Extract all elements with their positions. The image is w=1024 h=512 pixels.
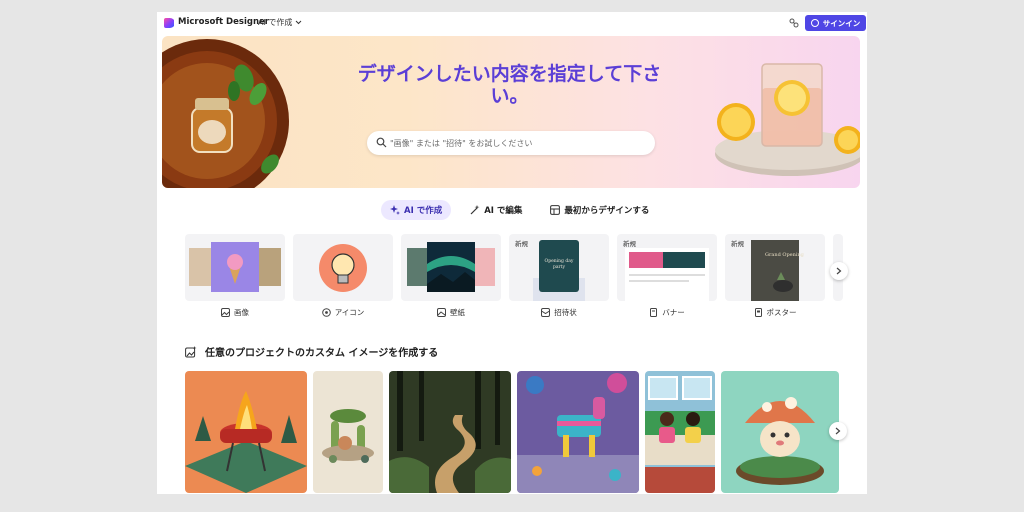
card-banner-text: バナー [662,308,685,317]
card-poster-text: ポスター [766,308,797,317]
banner-icon [650,308,658,317]
card-invitation[interactable]: Opening day party 新規 [509,234,609,301]
card-icon-label[interactable]: アイコン [293,307,393,318]
card-banner-label[interactable]: バナー [617,307,717,318]
mode-tabs: AI で作成 AI で編集 最初からデザインする [381,200,658,220]
image-icon [221,308,230,317]
top-bar: Microsoft Designer AI で作成 サインイン [157,12,867,34]
gallery-item-pinata-party[interactable] [517,371,639,493]
wallpaper-icon [437,308,446,317]
signin-button[interactable]: サインイン [805,15,866,31]
card-wallpaper-label[interactable]: 壁紙 [401,307,501,318]
gallery-item-desert-plants[interactable] [313,371,383,493]
pinata-party-image [517,371,639,493]
custom-image-section-title: 任意のプロジェクトのカスタム イメージを作成する [185,344,438,359]
tab-ai-create[interactable]: AI で作成 [381,200,452,220]
tab-design-from-scratch-label: 最初からデザインする [564,206,650,216]
chevron-right-icon [835,427,841,435]
card-banner[interactable]: 新規 [617,234,717,301]
layout-icon [550,205,561,215]
gallery-item-bbq-grill[interactable] [185,371,307,493]
card-wallpaper-text: 壁紙 [450,308,465,317]
hero-banner: デザインしたい内容を指定して下さい。 "画像" または "招待" をお試しくださ… [162,36,860,188]
tab-ai-edit-label: AI で編集 [484,206,523,216]
icon-icon [321,308,331,317]
signin-label: サインイン [822,18,861,28]
card-wallpaper-preview [407,242,495,292]
new-badge: 新規 [623,240,636,248]
ai-create-menu-label: AI で作成 [258,18,293,27]
gallery-item-kids-reading[interactable] [645,371,715,493]
card-icon-preview [319,244,367,292]
user-icon [810,19,819,27]
card-invitation-label[interactable]: 招待状 [509,307,609,318]
svg-text:Grand Opening: Grand Opening [765,252,805,258]
hero-lemonade-image [715,63,860,176]
card-image-preview [189,242,281,292]
designer-logo-icon[interactable] [164,18,174,28]
tab-design-from-scratch[interactable]: 最初からデザインする [541,200,658,220]
svg-text:Opening day: Opening day [545,258,574,264]
gallery-item-forest-path[interactable] [389,371,511,493]
card-image[interactable] [185,234,285,301]
forest-path-image [389,371,511,493]
magic-wand-icon [470,205,480,215]
hero-honey-jar-image [162,39,289,188]
share-icon[interactable] [788,17,800,29]
brand-name[interactable]: Microsoft Designer [178,17,269,27]
new-badge: 新規 [515,240,528,248]
card-image-text: 画像 [234,308,249,317]
bbq-grill-image [185,371,307,493]
invitation-icon [541,308,551,317]
card-invitation-text: 招待状 [554,308,577,317]
tab-ai-edit[interactable]: AI で編集 [461,200,531,220]
card-image-label[interactable]: 画像 [185,307,285,318]
tab-ai-create-label: AI で作成 [404,206,443,216]
ai-create-menu[interactable]: AI で作成 [258,17,302,28]
hero-title: デザインしたい内容を指定して下さい。 [357,63,662,107]
gallery-item-mushroom-character[interactable] [721,371,839,493]
search-icon [376,137,387,148]
card-icon-text: アイコン [334,308,365,317]
svg-text:party: party [553,264,566,270]
cards-next-button[interactable] [830,262,848,280]
desert-plants-image [313,371,383,493]
mushroom-character-image [721,371,839,493]
poster-icon [754,308,762,317]
card-poster[interactable]: Grand Opening 新規 [725,234,825,301]
kids-reading-image [645,371,715,493]
chevron-down-icon [296,20,302,25]
card-icon[interactable] [293,234,393,301]
sparkle-icon [390,205,400,215]
designer-page: Microsoft Designer AI で作成 サインイン デザインしたい内… [157,12,867,494]
image-sparkle-icon [185,345,197,357]
prompt-search-input[interactable]: "画像" または "招待" をお試しください [367,131,655,155]
card-wallpaper[interactable] [401,234,501,301]
chevron-right-icon [836,267,842,275]
new-badge: 新規 [731,240,744,248]
card-poster-label[interactable]: ポスター [725,307,825,318]
section-title-text: 任意のプロジェクトのカスタム イメージを作成する [205,348,439,359]
search-placeholder: "画像" または "招待" をお試しください [390,139,533,148]
gallery-next-button[interactable] [829,422,847,440]
